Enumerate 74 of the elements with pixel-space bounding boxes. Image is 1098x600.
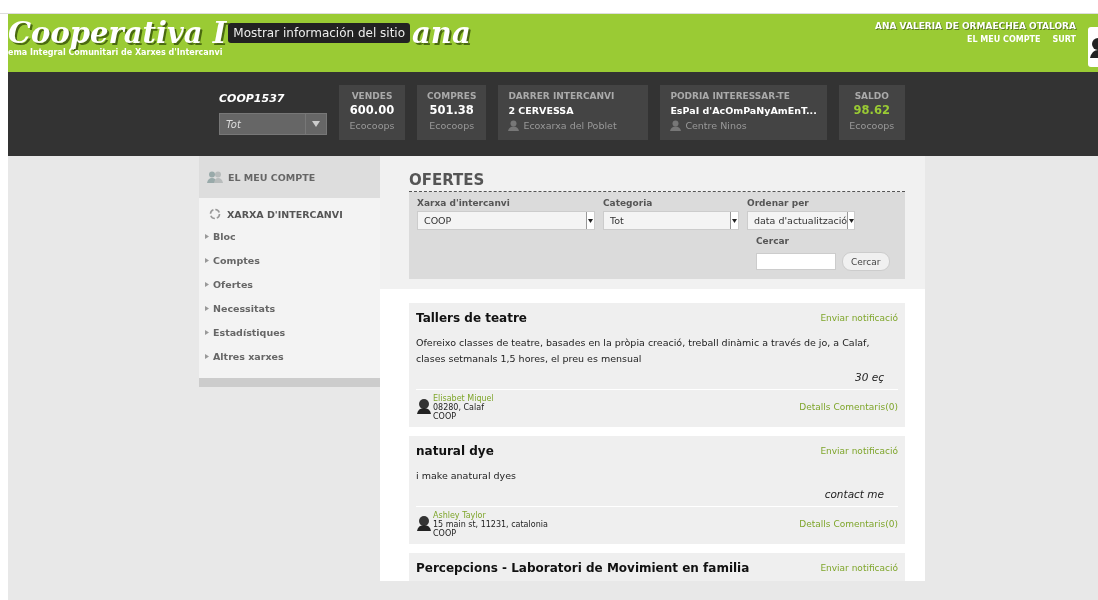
sidebar-item[interactable]: Altres xarxes (213, 350, 284, 362)
filter-select[interactable]: COOP (417, 211, 595, 230)
section-heading: XARXA D'INTERCANVI (227, 208, 343, 220)
bullet-icon (205, 257, 209, 263)
bullet-icon (205, 329, 209, 335)
sidebar-item[interactable]: Bloc (213, 230, 236, 242)
filter-label: Categoria (603, 198, 654, 208)
offer-link[interactable]: Comentaris(0) (833, 402, 898, 412)
stat-label: PODRIA INTERESSAR-TE (670, 91, 791, 101)
author-network: COOP (433, 412, 457, 421)
search-button[interactable]: Cercar (842, 252, 890, 271)
stat-caption: Centre Ninos (685, 120, 747, 131)
offer-link[interactable]: Detalls (799, 402, 831, 412)
stat-label: SALDO (854, 91, 889, 101)
stat-value: 600.00 (349, 103, 395, 118)
stat-caption: Ecocoops (849, 120, 895, 131)
filter-label: Xarxa d'intercanvi (417, 198, 511, 208)
filter-select[interactable]: data d'actualització (747, 211, 855, 230)
author-link[interactable]: Elisabet Miquel (433, 394, 494, 403)
person-icon (508, 120, 520, 131)
cycle-icon (209, 208, 221, 220)
offer-price: 30 eç (855, 371, 884, 383)
offer-description: Ofereixo classes de teatre, basades en la pròpia creació, treball dinàmic a través de jo, a Calaf, clases setmanals 1,5 hores, el preu es mensual (416, 336, 871, 366)
bullet-icon (205, 353, 209, 359)
bullet-icon (205, 281, 209, 287)
search-label: Cercar (756, 236, 790, 246)
avatar-icon (416, 398, 432, 414)
tooltip: Mostrar información del sitio (228, 23, 411, 43)
author-network: COOP (433, 529, 457, 538)
person-icon (670, 120, 682, 131)
dropdown-arrow-icon (588, 218, 593, 223)
sidebar-header[interactable]: EL MEU COMPTE (199, 156, 380, 198)
offer-link[interactable]: Comentaris(0) (833, 519, 898, 529)
author-location: 15 main st, 11231, catalonia (433, 520, 548, 529)
notify-link[interactable]: Enviar notificació (820, 563, 898, 573)
search-field[interactable] (756, 253, 836, 270)
dropdown-arrow-icon (312, 121, 320, 127)
stat-value: 501.38 (429, 103, 474, 118)
dropdown-arrow-icon (732, 218, 737, 223)
offer-link[interactable]: Detalls (799, 519, 831, 529)
stat-value: 2 CERVESSA (508, 104, 575, 118)
offer-title[interactable]: Tallers de teatre (416, 311, 527, 325)
stat-value: EsPaI d'AcOmPaNyAmEnT... (670, 104, 817, 118)
stat-value: 98.62 (853, 103, 890, 118)
stat-caption: Ecocoops (429, 120, 475, 131)
offer-title[interactable]: Percepcions - Laboratori de Movimient en familia (416, 561, 750, 575)
sidebar-item[interactable]: Necessitats (213, 302, 276, 314)
site-subtitle: ema Integral Comunitari de Xarxes d'Intercanvi (8, 48, 224, 57)
filter-select[interactable]: Tot (603, 211, 739, 230)
filter-label: Ordenar per (747, 198, 810, 208)
account-code: COOP1537 (219, 92, 286, 105)
sidebar-item[interactable]: Ofertes (213, 278, 253, 290)
bullet-icon (205, 305, 209, 311)
avatar-icon (416, 515, 432, 531)
offer-description: i make anatural dyes (416, 469, 517, 483)
account-select[interactable]: Tot (219, 113, 327, 135)
stat-caption: Ecoxarxa del Poblet (523, 120, 617, 131)
people-icon (207, 171, 223, 183)
notify-link[interactable]: Enviar notificació (820, 446, 898, 456)
stat-label: DARRER INTERCANVI (508, 91, 616, 101)
user-icon[interactable] (1088, 27, 1098, 67)
dropdown-arrow-icon (848, 218, 854, 223)
stat-label: VENDES (351, 91, 393, 101)
notify-link[interactable]: Enviar notificació (820, 313, 898, 323)
stat-caption: Ecocoops (349, 120, 395, 131)
author-link[interactable]: Ashley Taylor (433, 511, 548, 520)
bullet-icon (205, 233, 209, 239)
user-name: ANA VALERIA DE ORMAECHEA OTALORA (875, 21, 1076, 31)
stat-label: COMPRES (427, 91, 477, 101)
sidebar-item[interactable]: Estadístiques (213, 326, 286, 338)
author-location: 08280, Calaf (433, 403, 485, 412)
offer-price: contact me (824, 488, 884, 500)
offer-title[interactable]: natural dye (416, 444, 494, 458)
sidebar-item[interactable]: Comptes (213, 254, 260, 266)
